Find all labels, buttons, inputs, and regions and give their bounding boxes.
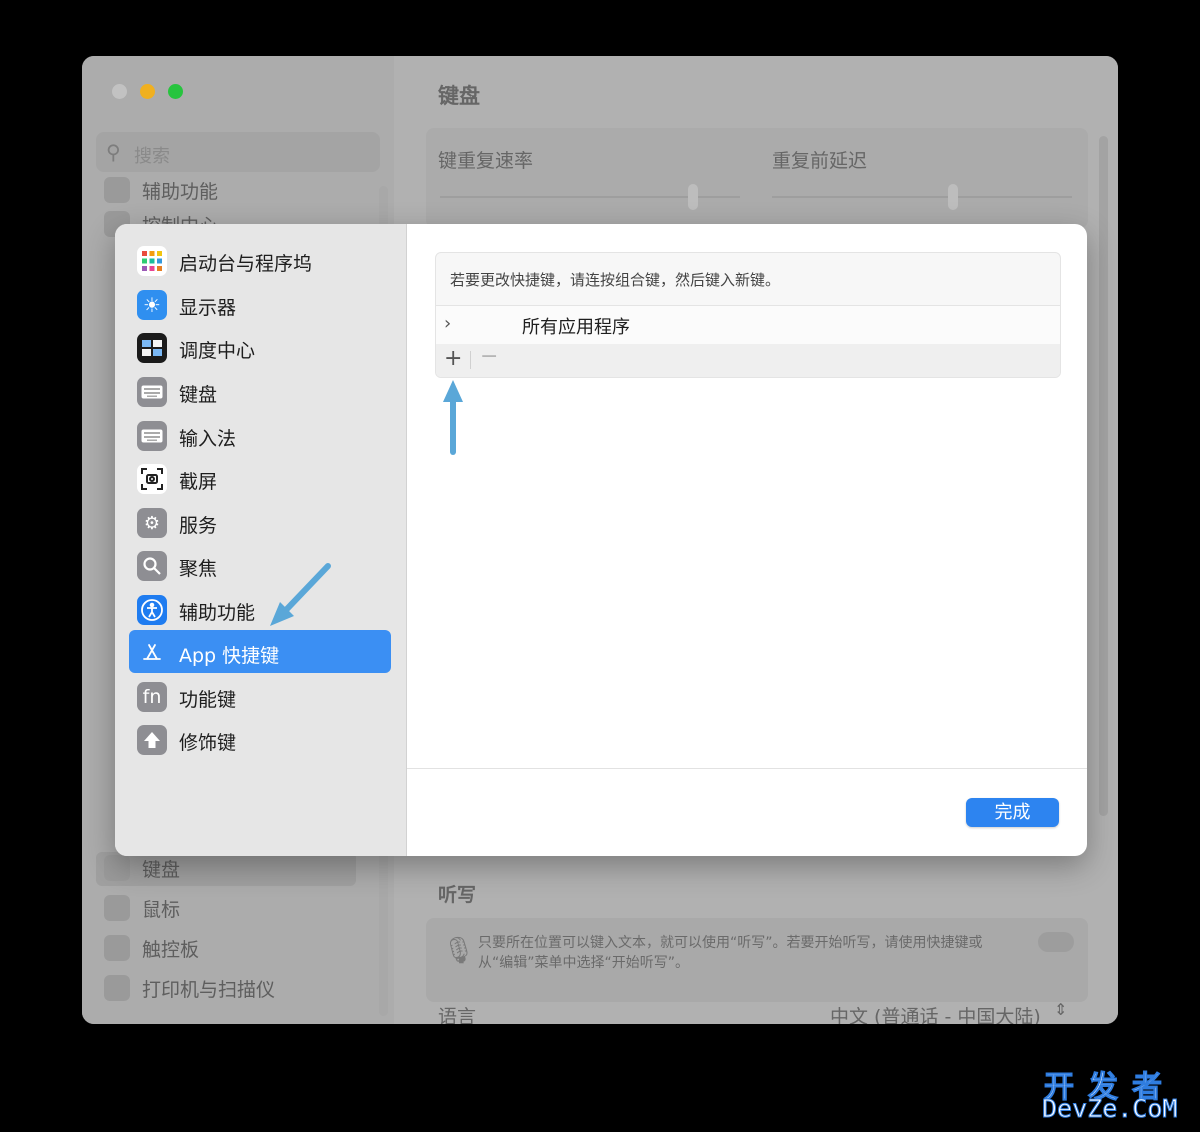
annotation-arrows — [270, 380, 463, 626]
watermark-line2: DevZe.CoM — [1041, 1094, 1178, 1124]
annotation-arrow-to-add — [443, 380, 463, 455]
annotation-arrow-to-app-shortcuts — [270, 563, 331, 626]
watermark: 开发者 DevZe.CoM — [1040, 1062, 1200, 1124]
